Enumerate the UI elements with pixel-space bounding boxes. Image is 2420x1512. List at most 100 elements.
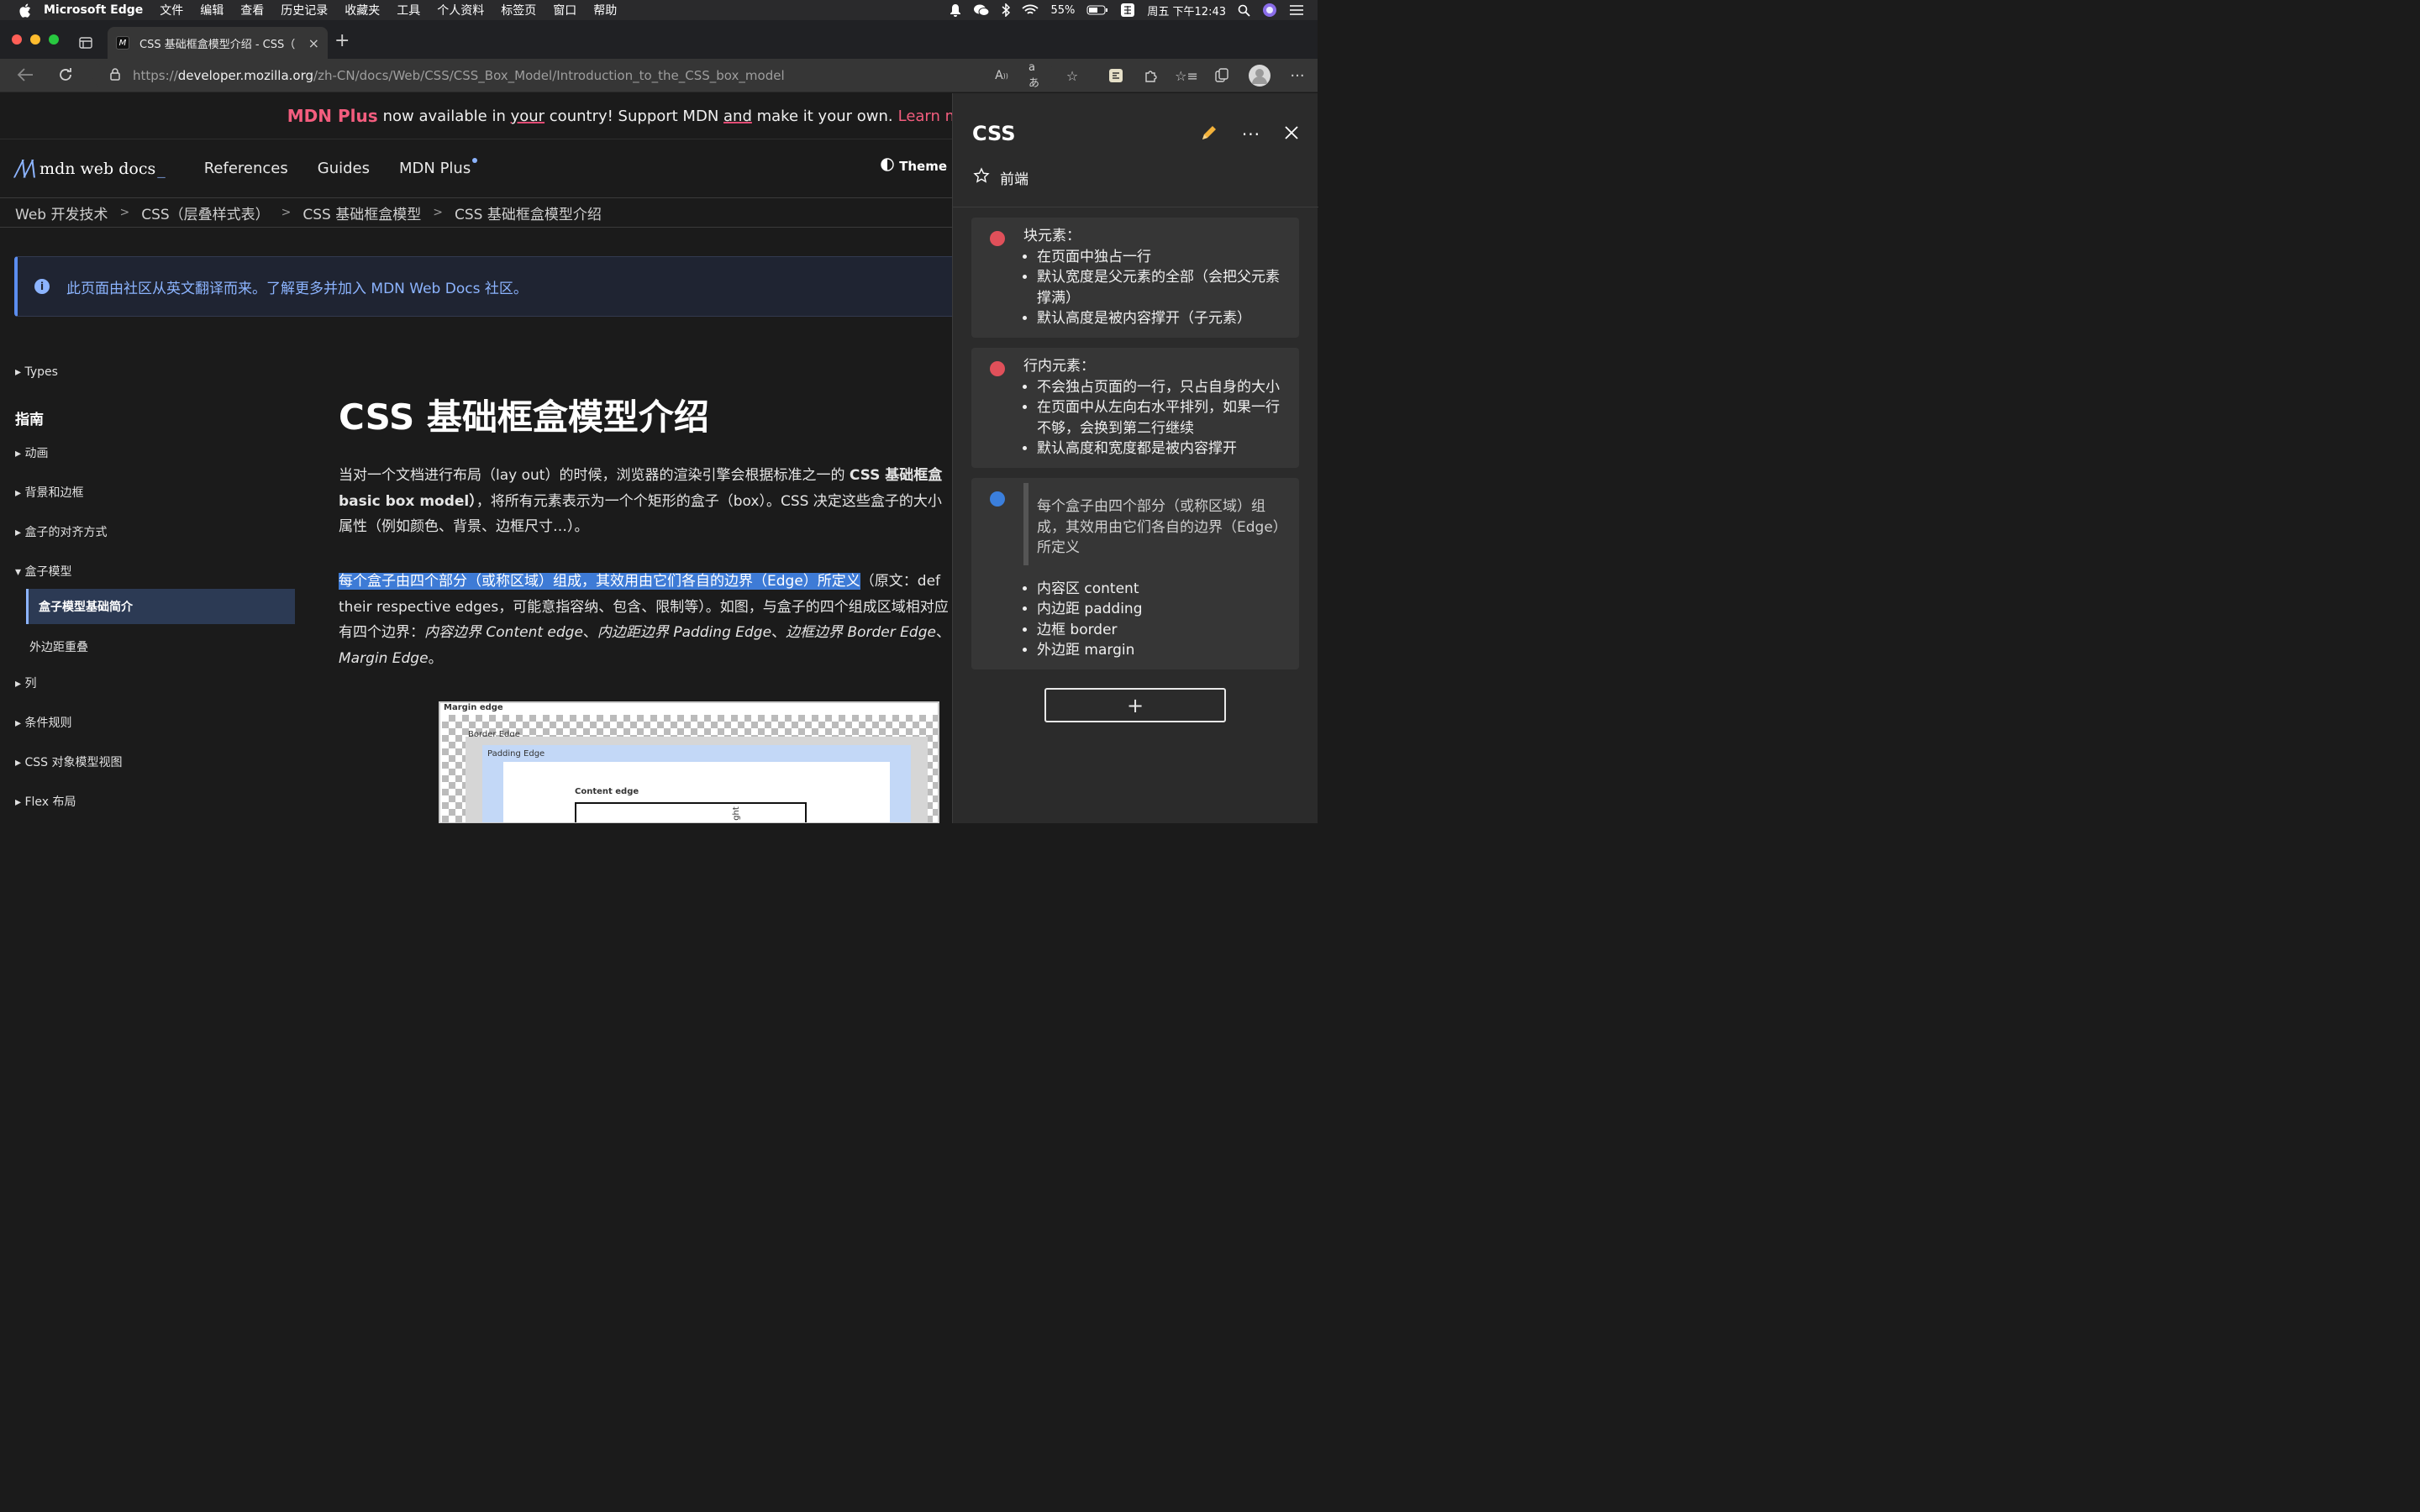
note-heading: 行内元素： — [1023, 358, 1095, 375]
breadcrumb-item[interactable]: CSS（层叠样式表） — [141, 202, 269, 223]
diagram-label: ght — [731, 806, 741, 821]
sidebar-item-label: 条件规则 — [24, 717, 72, 730]
text-run: ，将所有元素表示为一个个矩形的盒子（box）。CSS 决定这些盒子的大小 — [476, 492, 942, 510]
macos-menubar: Microsoft Edge 文件 编辑 查看 历史记录 收藏夹 工具 个人资料… — [0, 0, 1318, 20]
sidebar-item-label: CSS 对象模型视图 — [24, 756, 123, 769]
more-menu-icon[interactable]: ··· — [1289, 67, 1306, 85]
breadcrumb-item[interactable]: Web 开发技术 — [15, 202, 108, 223]
input-method-icon[interactable] — [1120, 3, 1135, 18]
edit-pencil-icon[interactable] — [1200, 123, 1218, 145]
menu-profile[interactable]: 个人资料 — [437, 2, 484, 18]
wifi-icon[interactable] — [1022, 4, 1039, 16]
sidebar-item-background-border[interactable]: ▸ 背景和边框 — [15, 484, 83, 501]
sidebar-item-flex-layout[interactable]: ▸ Flex 布局 — [15, 793, 76, 810]
nav-references[interactable]: References — [204, 160, 288, 177]
sidebar-item-animation[interactable]: ▸ 动画 — [15, 444, 48, 461]
apple-icon[interactable] — [18, 3, 32, 18]
favorites-icon[interactable]: ☆≡ — [1175, 67, 1198, 84]
menu-history[interactable]: 历史记录 — [281, 2, 328, 18]
text-run: 、 — [582, 624, 597, 641]
more-options-icon[interactable]: ··· — [1242, 124, 1260, 144]
star-icon — [973, 167, 990, 188]
intro-paragraph: 当对一个文档进行布局（lay out）的时候，浏览器的渲染引擎会根据标准之一的 … — [339, 463, 952, 540]
theme-switcher[interactable]: Theme — [881, 158, 947, 175]
text-run: 、 — [771, 624, 786, 641]
bluetooth-icon[interactable] — [1002, 3, 1011, 17]
browser-tab-active[interactable]: M CSS 基础框盒模型介绍 - CSS（ × — [108, 27, 328, 59]
nav-mdn-plus[interactable]: MDN Plus — [399, 158, 478, 177]
banner-text-2: country! Support MDN — [544, 107, 724, 125]
notification-bell-icon[interactable] — [950, 3, 961, 17]
menu-app-name[interactable]: Microsoft Edge — [44, 3, 143, 17]
web-page: MDN Plus now available in your country! … — [0, 93, 952, 823]
url-path: /zh-CN/docs/Web/CSS/CSS_Box_Model/Introd… — [313, 68, 785, 83]
banner-text-your: your — [510, 107, 545, 125]
text-run: 、 — [935, 624, 950, 641]
add-note-button[interactable]: + — [1044, 688, 1226, 722]
menu-view[interactable]: 查看 — [240, 2, 264, 18]
menu-window[interactable]: 窗口 — [553, 2, 576, 18]
text-run: 有四个边界： — [339, 624, 424, 641]
add-favorite-icon[interactable]: ☆ — [1064, 67, 1081, 84]
selected-text[interactable]: 每个盒子由四个部分（或称区域）组成，其效用由它们各自的边界（Edge）所定义 — [339, 573, 860, 590]
profile-avatar[interactable] — [1249, 65, 1270, 87]
close-panel-icon[interactable] — [1284, 125, 1299, 144]
siri-icon[interactable] — [1262, 3, 1277, 18]
nav-guides[interactable]: Guides — [318, 160, 370, 177]
breadcrumb-item-current[interactable]: CSS 基础框盒模型介绍 — [455, 202, 602, 223]
menu-edit[interactable]: 编辑 — [200, 2, 224, 18]
box-model-diagram: Margin edge Border Edge Padding Edge Con… — [439, 701, 939, 823]
zoom-window-button[interactable] — [49, 34, 59, 45]
menu-file[interactable]: 文件 — [160, 2, 183, 18]
clock[interactable]: 周五 下午12:43 — [1147, 3, 1226, 18]
read-aloud-icon[interactable]: A)) — [993, 67, 1010, 84]
tab-close-icon[interactable]: × — [308, 35, 319, 51]
sidebar-item-box-alignment[interactable]: ▸ 盒子的对齐方式 — [15, 523, 107, 540]
extensions-icon[interactable] — [1143, 67, 1160, 84]
back-icon[interactable] — [17, 66, 34, 87]
refresh-icon[interactable] — [57, 66, 74, 87]
battery-icon[interactable] — [1086, 5, 1108, 15]
note-card[interactable]: 每个盒子由四个部分（或称区域）组成，其效用由它们各自的边界（Edge）所定义 内… — [971, 478, 1299, 669]
collections-extension-icon[interactable] — [1107, 67, 1124, 84]
spotlight-search-icon[interactable] — [1238, 4, 1250, 17]
tab-actions-icon[interactable] — [79, 36, 92, 52]
battery-percent: 55% — [1050, 3, 1076, 17]
menu-favorites[interactable]: 收藏夹 — [345, 2, 380, 18]
sidebar-item-conditional-rules[interactable]: ▸ 条件规则 — [15, 714, 71, 731]
sidebar-heading: 指南 — [15, 412, 44, 428]
sidebar-item-margin-collapsing[interactable]: 外边距重叠 — [29, 638, 88, 655]
sidebar-item-box-model-intro[interactable]: 盒子模型基础简介 — [26, 589, 295, 624]
mdn-logo[interactable]: /\/\ mdn web docs _ — [15, 156, 166, 181]
tab-strip: M CSS 基础框盒模型介绍 - CSS（ × + — [0, 20, 1318, 59]
list-item: 内边距 padding — [1037, 599, 1292, 620]
sidebar-item-types[interactable]: ▸ Types — [15, 365, 58, 379]
article: CSS 基础框盒模型介绍 当对一个文档进行布局（lay out）的时候，浏览器的… — [339, 389, 952, 823]
menu-tools[interactable]: 工具 — [397, 2, 420, 18]
breadcrumb-item[interactable]: CSS 基础框盒模型 — [302, 202, 421, 223]
browser-toolbar: https://developer.mozilla.org/zh-CN/docs… — [0, 59, 1318, 92]
learn-more-link[interactable]: Learn more — [898, 108, 952, 125]
close-window-button[interactable] — [12, 34, 22, 45]
wechat-icon[interactable] — [973, 3, 990, 17]
sidebar-item-label: 盒子模型 — [24, 565, 72, 579]
sidebar-item-box-model[interactable]: ▾ 盒子模型 — [15, 563, 71, 580]
translation-notice: i 此页面由社区从英文翻译而来。了解更多并加入 MDN Web Docs 社区。 — [14, 256, 952, 317]
notice-text[interactable]: 此页面由社区从英文翻译而来。了解更多并加入 MDN Web Docs 社区。 — [66, 276, 528, 297]
minimize-window-button[interactable] — [30, 34, 40, 45]
note-card[interactable]: 行内元素： 不会独占页面的一行，只占自身的大小 在页面中从左向右水平排列，如果一… — [971, 348, 1299, 468]
menu-tabs[interactable]: 标签页 — [501, 2, 536, 18]
window-controls — [12, 34, 59, 45]
address-bar[interactable]: https://developer.mozilla.org/zh-CN/docs… — [92, 63, 1055, 88]
lock-icon[interactable] — [109, 67, 121, 84]
sidebar-item-cssom-view[interactable]: ▸ CSS 对象模型视图 — [15, 753, 122, 770]
control-center-icon[interactable] — [1289, 4, 1304, 16]
translate-icon[interactable]: aあ — [1028, 61, 1045, 90]
menu-help[interactable]: 帮助 — [593, 2, 617, 18]
collection-tag[interactable]: 前端 — [973, 167, 1028, 188]
text-run: their respective edges，可能意指容纳、包含、限制等）。如图… — [339, 598, 949, 616]
collections-icon[interactable] — [1213, 67, 1230, 84]
sidebar-item-columns[interactable]: ▸ 列 — [15, 675, 36, 691]
note-card[interactable]: 块元素： 在页面中独占一行 默认宽度是父元素的全部（会把父元素撑满） 默认高度是… — [971, 218, 1299, 338]
new-tab-icon[interactable]: + — [334, 32, 350, 50]
